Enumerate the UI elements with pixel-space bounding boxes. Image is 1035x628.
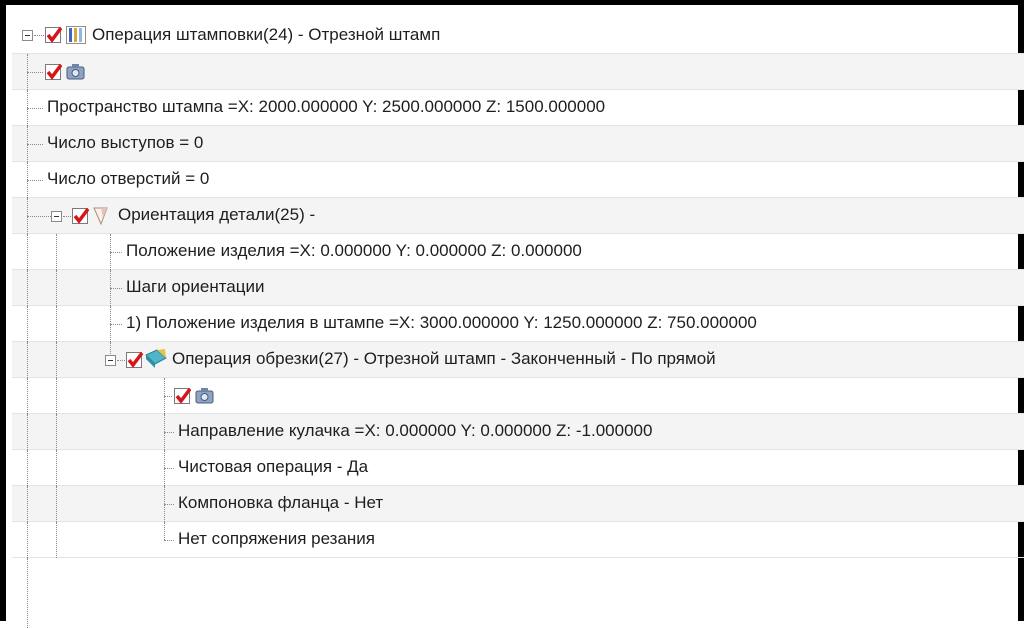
tree-row-die-space[interactable]: Пространство штампа =X: 2000.000000 Y: 2… [12,90,1024,126]
tree-item-label: Направление кулачка =X: 0.000000 Y: 0.00… [178,421,653,440]
checkbox-checked-icon[interactable] [72,207,90,224]
tree-panel-frame: Операция штамповки(24) - Отрезной штамп [0,0,1024,628]
tree-item-label: 1) Положение изделия в штампе =X: 3000.0… [126,313,757,332]
camera-icon [66,63,86,81]
tree-row-orientation-steps[interactable]: Шаги ориентации [12,270,1024,306]
tree-row-finishing[interactable]: Чистовая операция - Да [12,450,1024,486]
tree-row-visibility[interactable] [12,54,1024,90]
tree-item-label: Операция штамповки(24) - Отрезной штамп [92,25,441,44]
collapse-toggle-icon[interactable] [51,211,62,222]
checkbox-checked-icon[interactable] [174,387,192,404]
checkbox-checked-icon[interactable] [126,351,144,368]
tree-item-label: Операция обрезки(27) - Отрезной штамп - … [172,349,716,368]
tree-item-label: Пространство штампа =X: 2000.000000 Y: 2… [47,97,606,116]
tree-row-protrusions[interactable]: Число выступов = 0 [12,126,1024,162]
tree-item-label: Положение изделия =X: 0.000000 Y: 0.0000… [126,241,582,260]
tree-row-part-position[interactable]: Положение изделия =X: 0.000000 Y: 0.0000… [12,234,1024,270]
tree-item-label: Шаги ориентации [126,277,265,296]
checkbox-checked-icon[interactable] [45,63,63,80]
tree-item-label: Ориентация детали(25) - [118,205,316,224]
tree-row-part-orientation[interactable]: Ориентация детали(25) - [12,198,1024,234]
trim-operation-icon [145,349,167,369]
stamp-operation-icon [66,26,86,44]
tree-item-label: Компоновка фланца - Нет [178,493,384,512]
tree-row-cam-direction[interactable]: Направление кулачка =X: 0.000000 Y: 0.00… [12,414,1024,450]
tree-row-no-cut-fillet[interactable]: Нет сопряжения резания [12,522,1024,558]
tree-item-label: Нет сопряжения резания [178,529,376,548]
checkbox-checked-icon[interactable] [45,26,63,43]
tree-row-stamping-operation[interactable]: Операция штамповки(24) - Отрезной штамп [12,18,1024,54]
tree-row-part-position-in-die[interactable]: 1) Положение изделия в штампе =X: 3000.0… [12,306,1024,342]
camera-icon [195,387,215,405]
tree-item-label: Число выступов = 0 [47,133,204,152]
tree-row-trim-operation[interactable]: Операция обрезки(27) - Отрезной штамп - … [12,342,1024,378]
tree-item-label: Число отверстий = 0 [47,169,210,188]
collapse-toggle-icon[interactable] [22,30,33,41]
collapse-toggle-icon[interactable] [105,355,116,366]
tree-row-flange-layout[interactable]: Компоновка фланца - Нет [12,486,1024,522]
part-orientation-icon [92,206,110,226]
tree-row-trim-visibility[interactable] [12,378,1024,414]
tree-row-holes[interactable]: Число отверстий = 0 [12,162,1024,198]
tree-item-label: Чистовая операция - Да [178,457,369,476]
